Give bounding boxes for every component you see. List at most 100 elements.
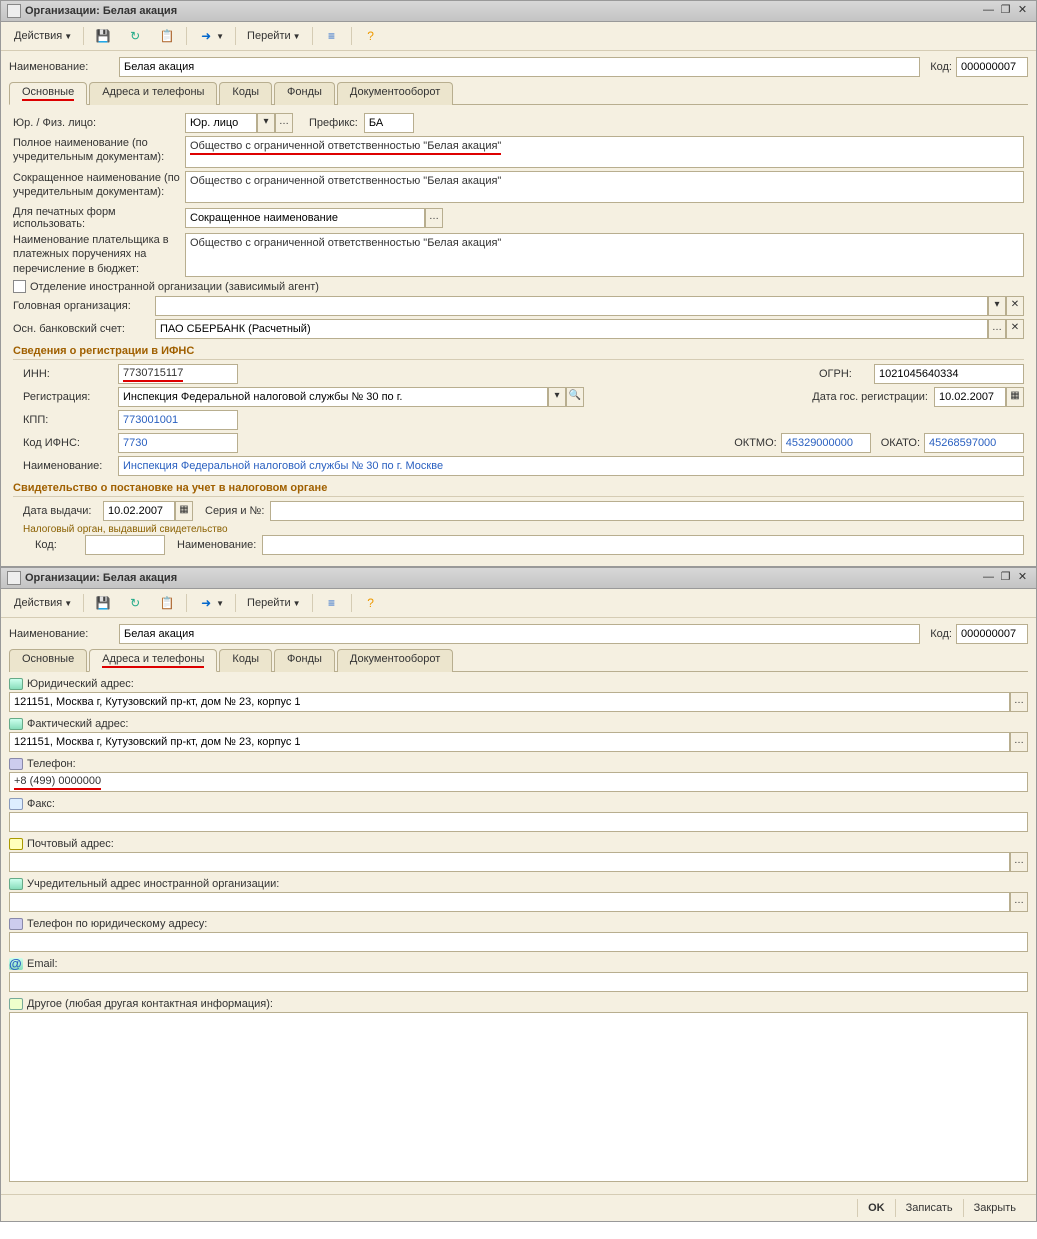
refresh-icon-button[interactable]: ↻	[120, 592, 150, 614]
tab-main[interactable]: Основные	[9, 82, 87, 105]
reg-date-input[interactable]	[934, 387, 1006, 407]
cert-name-input[interactable]	[262, 535, 1024, 555]
list-icon-button[interactable]: ≡	[317, 25, 347, 47]
code-input[interactable]	[956, 57, 1028, 77]
actual-address-input[interactable]	[9, 732, 1010, 752]
head-org-clear-button[interactable]: ✕	[1006, 296, 1024, 316]
bank-input[interactable]	[155, 319, 988, 339]
actual-address-more-button[interactable]: …	[1010, 732, 1028, 752]
address-icon	[9, 718, 23, 730]
legal-phone-input[interactable]	[9, 932, 1028, 952]
tab-funds[interactable]: Фонды	[274, 82, 335, 105]
close-button[interactable]: ✕	[1015, 5, 1030, 18]
name-input[interactable]	[119, 57, 920, 77]
link-icon-button[interactable]: ➜▼	[191, 592, 231, 614]
reg-dropdown-button[interactable]: ▾	[548, 387, 566, 407]
close-button[interactable]: ✕	[1015, 572, 1030, 585]
tab-codes[interactable]: Коды	[219, 649, 272, 672]
bank-clear-button[interactable]: ✕	[1006, 319, 1024, 339]
mail-icon	[9, 838, 23, 850]
help-icon-button[interactable]: ?	[356, 25, 386, 47]
postal-address-input[interactable]	[9, 852, 1010, 872]
legal-type-select[interactable]	[185, 113, 257, 133]
fax-input[interactable]	[9, 812, 1028, 832]
refresh-icon-button[interactable]: ↻	[120, 25, 150, 47]
short-name-label: Сокращенное наименование (по учредительн…	[13, 171, 185, 200]
maximize-button[interactable]: ❐	[998, 572, 1013, 585]
cert-serial-input[interactable]	[270, 501, 1024, 521]
name-input[interactable]	[119, 624, 920, 644]
tab-addresses[interactable]: Адреса и телефоны	[89, 649, 217, 672]
tab-addresses[interactable]: Адреса и телефоны	[89, 82, 217, 105]
goto-menu[interactable]: Перейти ▼	[240, 27, 308, 45]
tab-funds[interactable]: Фонды	[274, 649, 335, 672]
cert-serial-label: Серия и №:	[205, 505, 264, 517]
cert-date-input[interactable]	[103, 501, 175, 521]
legal-address-input[interactable]	[9, 692, 1010, 712]
fax-label: Факс:	[27, 798, 55, 810]
close-button[interactable]: Закрыть	[963, 1199, 1026, 1217]
ok-button[interactable]: OK	[857, 1199, 895, 1217]
print-forms-input[interactable]	[185, 208, 425, 228]
code-input[interactable]	[956, 624, 1028, 644]
email-input[interactable]	[9, 972, 1028, 992]
list-icon-button[interactable]: ≡	[317, 592, 347, 614]
ifns-code-input[interactable]	[118, 433, 238, 453]
tab-docflow[interactable]: Документооборот	[337, 649, 453, 672]
minimize-button[interactable]: —	[981, 5, 996, 18]
email-icon: @	[9, 958, 23, 970]
maximize-button[interactable]: ❐	[998, 5, 1013, 18]
ifns-name-label: Наименование:	[23, 460, 118, 472]
full-name-input[interactable]: Общество с ограниченной ответственностью…	[185, 136, 1024, 168]
save-icon-button[interactable]: 💾	[88, 25, 118, 47]
actions-menu[interactable]: Действия ▼	[7, 594, 79, 612]
tabs: Основные Адреса и телефоны Коды Фонды До…	[9, 648, 1028, 672]
print-forms-more-button[interactable]: …	[425, 208, 443, 228]
other-info-textarea[interactable]	[9, 1012, 1028, 1182]
tab-codes[interactable]: Коды	[219, 82, 272, 105]
reg-date-calendar-button[interactable]: ▦	[1006, 387, 1024, 407]
help-icon-button[interactable]: ?	[356, 592, 386, 614]
short-name-input[interactable]: Общество с ограниченной ответственностью…	[185, 171, 1024, 203]
titlebar: Организации: Белая акация — ❐ ✕	[1, 568, 1036, 589]
toolbar: Действия ▼ 💾 ↻ 📋 ➜▼ Перейти ▼ ≡ ?	[1, 22, 1036, 51]
postal-address-more-button[interactable]: …	[1010, 852, 1028, 872]
goto-menu[interactable]: Перейти ▼	[240, 594, 308, 612]
legal-type-dropdown-button[interactable]: ▾	[257, 113, 275, 133]
head-org-dropdown-button[interactable]: ▾	[988, 296, 1006, 316]
reg-input[interactable]	[118, 387, 548, 407]
cert-date-calendar-button[interactable]: ▦	[175, 501, 193, 521]
ogrn-input[interactable]	[874, 364, 1024, 384]
save-button[interactable]: Записать	[895, 1199, 963, 1217]
ifns-name-input[interactable]	[118, 456, 1024, 476]
bank-more-button[interactable]: …	[988, 319, 1006, 339]
note-icon	[9, 998, 23, 1010]
okato-input[interactable]	[924, 433, 1024, 453]
prefix-input[interactable]	[364, 113, 414, 133]
tab-docflow[interactable]: Документооборот	[337, 82, 453, 105]
reg-search-button[interactable]: 🔍	[566, 387, 584, 407]
minimize-button[interactable]: —	[981, 572, 996, 585]
phone-label: Телефон:	[27, 758, 76, 770]
kpp-input[interactable]	[118, 410, 238, 430]
foreign-address-input[interactable]	[9, 892, 1010, 912]
foreign-branch-checkbox[interactable]	[13, 280, 26, 293]
payer-name-input[interactable]: Общество с ограниченной ответственностью…	[185, 233, 1024, 277]
phone-input[interactable]: +8 (499) 0000000	[9, 772, 1028, 792]
save-icon-button[interactable]: 💾	[88, 592, 118, 614]
form-body: Наименование: Код: Основные Адреса и тел…	[1, 618, 1036, 1194]
toolbar: Действия ▼ 💾 ↻ 📋 ➜▼ Перейти ▼ ≡ ?	[1, 589, 1036, 618]
legal-type-more-button[interactable]: …	[275, 113, 293, 133]
copy-icon-button[interactable]: 📋	[152, 592, 182, 614]
head-org-input[interactable]	[155, 296, 988, 316]
link-icon-button[interactable]: ➜▼	[191, 25, 231, 47]
inn-input[interactable]: 7730715117	[118, 364, 238, 384]
cert-code-input[interactable]	[85, 535, 165, 555]
legal-address-more-button[interactable]: …	[1010, 692, 1028, 712]
tab-main[interactable]: Основные	[9, 649, 87, 672]
foreign-address-more-button[interactable]: …	[1010, 892, 1028, 912]
actions-menu[interactable]: Действия ▼	[7, 27, 79, 45]
copy-icon-button[interactable]: 📋	[152, 25, 182, 47]
oktmo-input[interactable]	[781, 433, 871, 453]
foreign-branch-label: Отделение иностранной организации (завис…	[30, 281, 319, 293]
